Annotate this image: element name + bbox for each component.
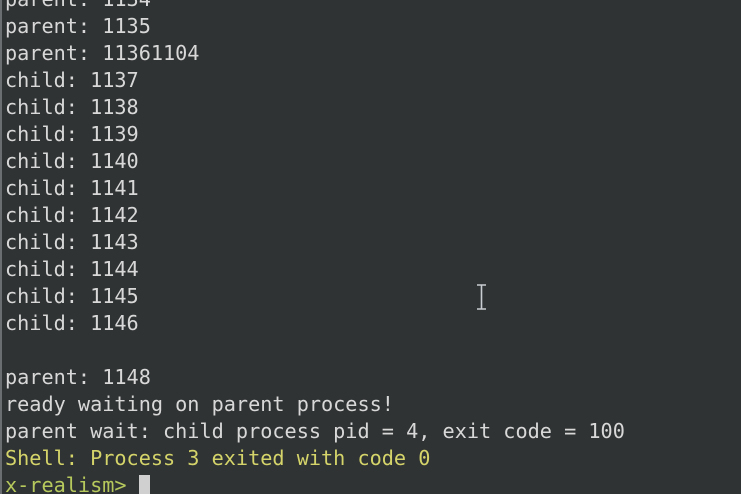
terminal-line: child: 1140 bbox=[5, 149, 139, 173]
terminal-line: child: 1144 bbox=[5, 257, 139, 281]
terminal-line: parent: 1134 bbox=[5, 0, 625, 13]
terminal-output: parent: 1134parent: 1135 parent: 11361104… bbox=[5, 0, 625, 494]
terminal-line: child: 1139 bbox=[5, 122, 139, 146]
shell-prompt: x-realism> bbox=[5, 473, 127, 494]
terminal-line: child: 1146 bbox=[5, 311, 139, 335]
terminal-line: parent: 1148 bbox=[5, 365, 151, 389]
terminal-line: parent: 1135 bbox=[5, 14, 151, 38]
terminal-line: child: 1142 bbox=[5, 203, 139, 227]
terminal-line: child: 1141 bbox=[5, 176, 139, 200]
terminal-line: parent: 11361104 bbox=[5, 41, 200, 65]
block-cursor bbox=[138, 475, 150, 494]
terminal-line: child: 1143 bbox=[5, 230, 139, 254]
terminal-line: child: 1138 bbox=[5, 95, 139, 119]
terminal-line: Shell: Process 3 exited with code 0 bbox=[5, 446, 431, 470]
text-cursor-ibeam-icon bbox=[477, 284, 486, 310]
terminal-line: child: 1137 bbox=[5, 68, 139, 92]
terminal-line: parent wait: child process pid = 4, exit… bbox=[5, 419, 625, 443]
prompt-line[interactable]: x-realism> bbox=[5, 472, 625, 494]
terminal-window[interactable]: parent: 1134parent: 1135 parent: 11361104… bbox=[0, 0, 741, 494]
terminal-line: child: 1145 bbox=[5, 284, 139, 308]
terminal-line: ready waiting on parent process! bbox=[5, 392, 394, 416]
